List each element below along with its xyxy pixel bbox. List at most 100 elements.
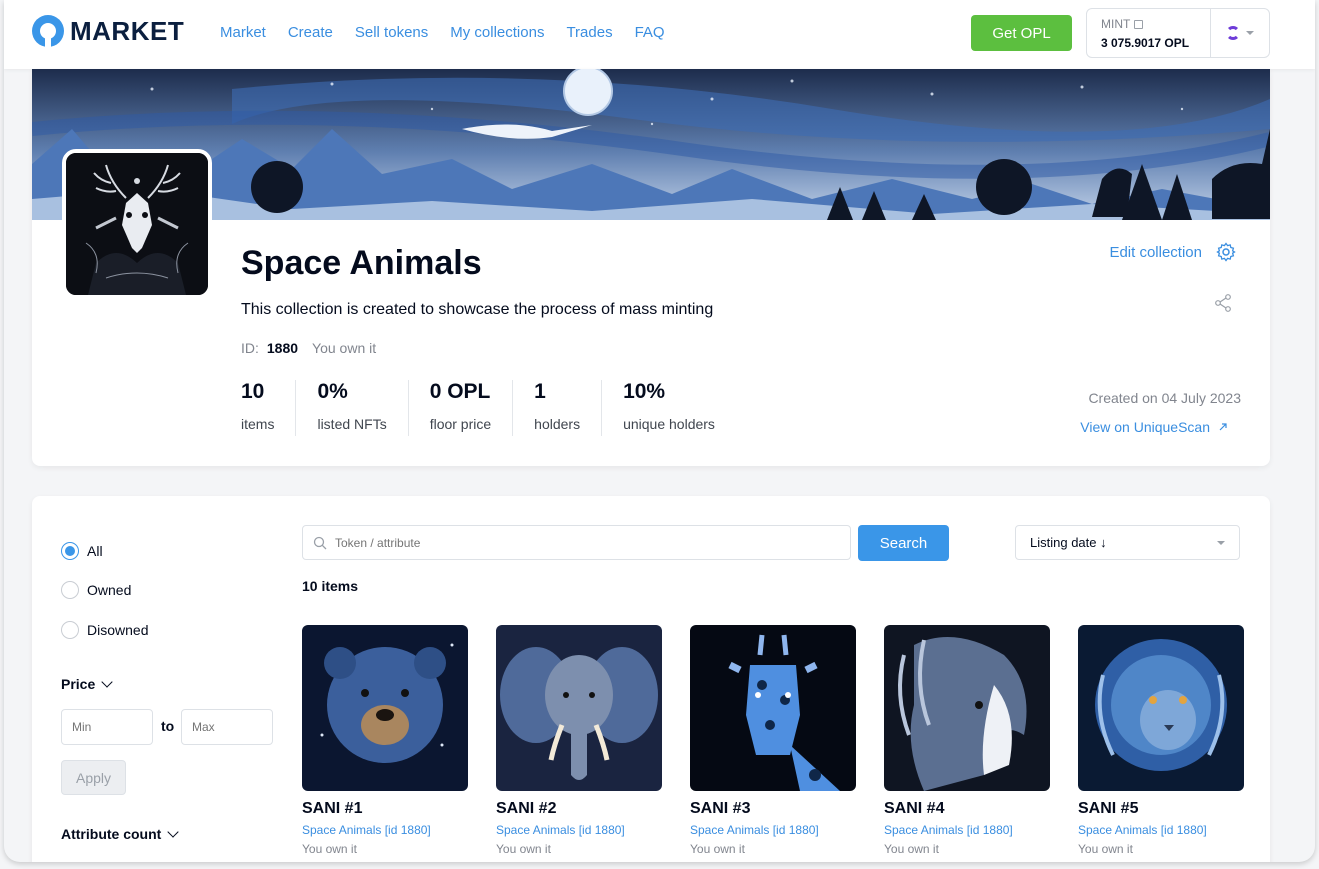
collection-title: Space Animals (241, 244, 482, 282)
filter-disowned[interactable]: Disowned (61, 621, 148, 639)
giraffe-image (690, 625, 856, 791)
edit-collection-link[interactable]: Edit collection (1109, 242, 1236, 262)
token-collection-link[interactable]: Space Animals [id 1880] (1078, 823, 1244, 837)
token-collection-link[interactable]: Space Animals [id 1880] (496, 823, 662, 837)
search-button[interactable]: Search (858, 525, 949, 561)
token-image[interactable] (690, 625, 856, 791)
wallet-account[interactable]: MINT 3 075.9017 OPL (1087, 9, 1211, 57)
filter-disowned-label: Disowned (87, 622, 149, 638)
sort-dropdown[interactable]: Listing date ↓ (1015, 525, 1240, 560)
horse-image (884, 625, 1050, 791)
created-date: Created on 04 July 2023 (1088, 390, 1241, 406)
apply-price-button[interactable]: Apply (61, 760, 126, 795)
collection-id-row: ID: 1880 You own it (241, 340, 376, 356)
wallet-balance: 3 075.9017 OPL (1101, 36, 1190, 50)
token-search-input[interactable] (335, 535, 815, 550)
price-max-input[interactable] (181, 709, 273, 745)
logo-mark-icon (32, 15, 64, 47)
share-icon (1215, 294, 1231, 312)
token-grid: SANI #1 Space Animals [id 1880] You own … (302, 625, 1244, 856)
token-name[interactable]: SANI #4 (884, 800, 1050, 818)
nav-market[interactable]: Market (220, 24, 266, 41)
stat-holders: 1 holders (512, 380, 601, 436)
token-card[interactable]: SANI #1 Space Animals [id 1880] You own … (302, 625, 468, 856)
token-name[interactable]: SANI #3 (690, 800, 856, 818)
nav-trades[interactable]: Trades (566, 24, 612, 41)
filter-all-label: All (87, 543, 103, 559)
token-collection-link[interactable]: Space Animals [id 1880] (302, 823, 468, 837)
stat-label: listed NFTs (317, 416, 387, 432)
token-name[interactable]: SANI #2 (496, 800, 662, 818)
radio-selected-icon[interactable] (61, 542, 79, 560)
price-min-input[interactable] (61, 709, 153, 745)
app-frame: MARKET Market Create Sell tokens My coll… (4, 0, 1315, 862)
uniquescan-label: View on UniqueScan (1080, 419, 1210, 435)
chain-selector[interactable] (1211, 9, 1269, 57)
token-ownership: You own it (1078, 842, 1133, 856)
radio-icon[interactable] (61, 621, 79, 639)
filter-all[interactable]: All (61, 542, 103, 560)
token-image[interactable] (884, 625, 1050, 791)
main-nav: Market Create Sell tokens My collections… (220, 24, 665, 41)
filter-owned[interactable]: Owned (61, 581, 131, 599)
stat-value: 0% (317, 380, 348, 403)
gear-icon[interactable] (1216, 242, 1236, 262)
top-header: MARKET Market Create Sell tokens My coll… (4, 0, 1315, 69)
nav-my-collections[interactable]: My collections (450, 24, 544, 41)
price-filter-label: Price (61, 676, 96, 692)
token-card[interactable]: SANI #2 Space Animals [id 1880] You own … (496, 625, 662, 856)
nav-faq[interactable]: FAQ (635, 24, 665, 41)
token-ownership: You own it (496, 842, 551, 856)
token-collection-link[interactable]: Space Animals [id 1880] (690, 823, 856, 837)
wallet-widget: MINT 3 075.9017 OPL (1086, 8, 1270, 58)
banner-image (32, 69, 1270, 220)
stat-listed: 0% listed NFTs (295, 380, 407, 436)
uniquescan-link[interactable]: View on UniqueScan (1080, 419, 1228, 435)
collection-card: Space Animals This collection is created… (32, 69, 1270, 466)
token-card[interactable]: SANI #3 Space Animals [id 1880] You own … (690, 625, 856, 856)
stat-label: items (241, 416, 275, 432)
price-filter-toggle[interactable]: Price (61, 676, 113, 692)
get-opl-button[interactable]: Get OPL (971, 15, 1072, 51)
stat-label: unique holders (623, 416, 715, 432)
edit-collection-label: Edit collection (1109, 243, 1202, 261)
token-ownership: You own it (690, 842, 745, 856)
wallet-name: MINT (1101, 17, 1131, 31)
attribute-count-label: Attribute count (61, 826, 162, 842)
token-image[interactable] (1078, 625, 1244, 791)
stat-value: 10 (241, 380, 265, 403)
attribute-count-toggle[interactable]: Attribute count (61, 826, 179, 842)
token-search-field[interactable] (302, 525, 851, 560)
token-name[interactable]: SANI #1 (302, 800, 468, 818)
token-image[interactable] (496, 625, 662, 791)
chevron-down-icon (101, 676, 113, 688)
radio-icon[interactable] (61, 581, 79, 599)
copy-icon[interactable] (1134, 19, 1144, 29)
collection-description: This collection is created to showcase t… (241, 301, 714, 318)
nav-sell-tokens[interactable]: Sell tokens (355, 24, 428, 41)
share-button[interactable] (1214, 294, 1232, 317)
stat-value: 0 OPL (429, 380, 491, 403)
lion-image (1078, 625, 1244, 791)
deer-avatar-image (66, 153, 208, 295)
elephant-image (496, 625, 662, 791)
nav-create[interactable]: Create (288, 24, 333, 41)
logo-text: MARKET (70, 15, 185, 46)
collection-id-label: ID: (241, 340, 259, 356)
price-to-label: to (161, 718, 175, 734)
token-ownership: You own it (884, 842, 939, 856)
token-name[interactable]: SANI #5 (1078, 800, 1244, 818)
stat-value: 10% (623, 380, 666, 403)
token-image[interactable] (302, 625, 468, 791)
collection-stats: 10 items 0% listed NFTs 0 OPL floor pric… (241, 380, 736, 436)
chevron-down-icon (1246, 31, 1254, 35)
chevron-down-icon (1217, 540, 1225, 545)
token-card[interactable]: SANI #5 Space Animals [id 1880] You own … (1078, 625, 1244, 856)
collection-id-value: 1880 (266, 340, 299, 356)
collection-banner (32, 69, 1270, 220)
market-logo[interactable]: MARKET (32, 15, 184, 47)
token-card[interactable]: SANI #4 Space Animals [id 1880] You own … (884, 625, 1050, 856)
stat-label: holders (534, 416, 581, 432)
token-collection-link[interactable]: Space Animals [id 1880] (884, 823, 1050, 837)
collection-avatar (62, 149, 212, 299)
